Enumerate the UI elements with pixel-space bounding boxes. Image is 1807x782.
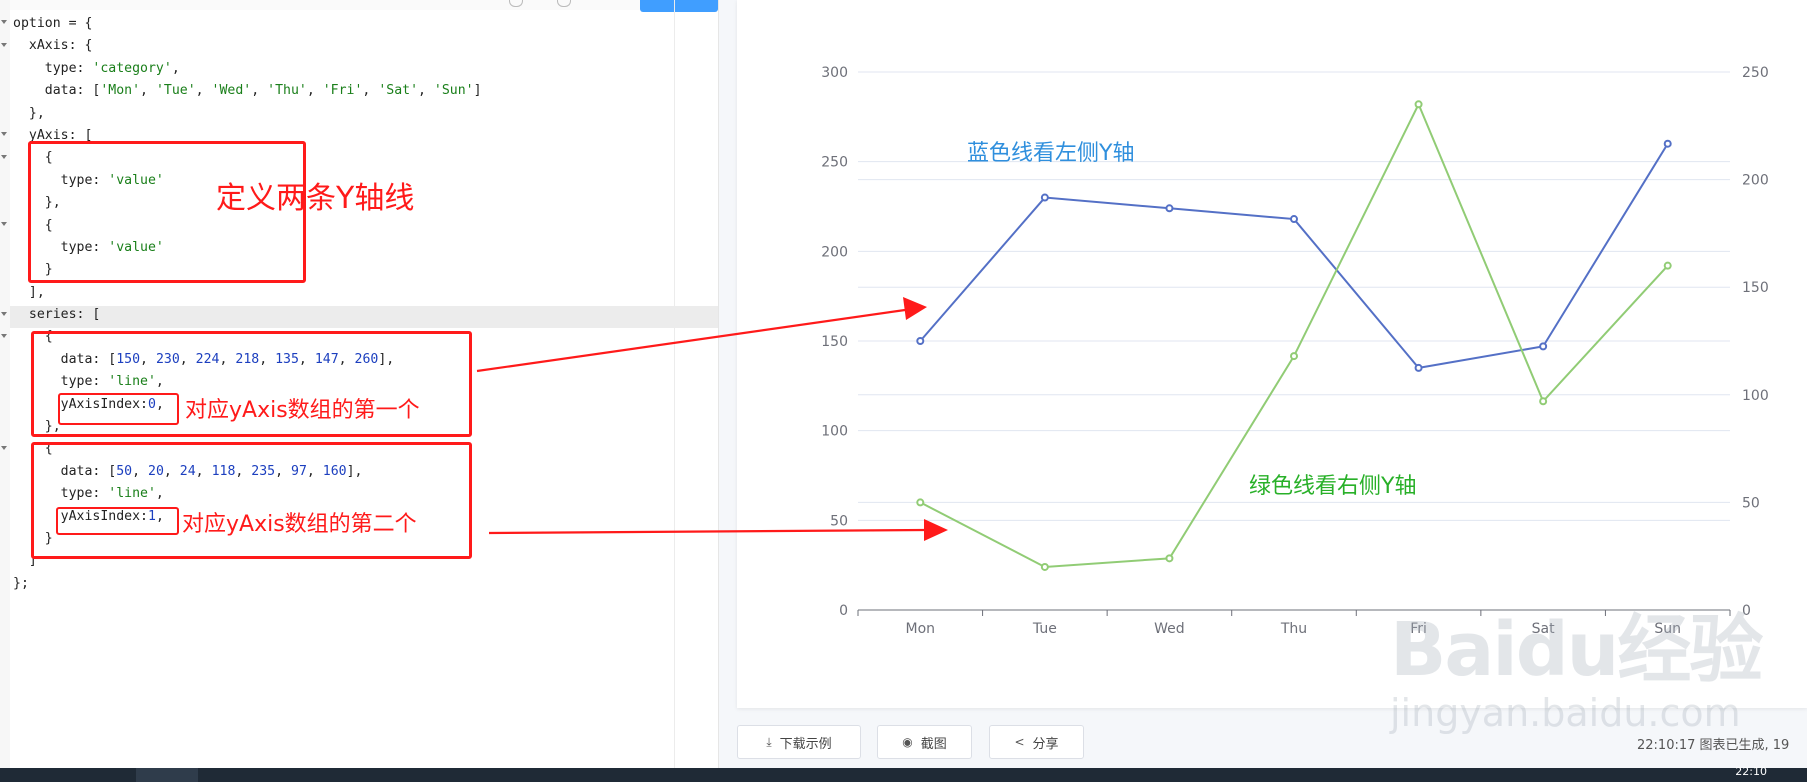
y-left-tick-label: 250 <box>821 155 848 171</box>
data-point <box>1414 100 1423 109</box>
data-point <box>1539 397 1548 406</box>
x-tick-label: Fri <box>1410 621 1427 637</box>
taskbar-clock: 22:10 <box>1735 765 1767 778</box>
y-left-tick-label: 150 <box>821 334 848 350</box>
x-tick-label: Sun <box>1654 621 1681 637</box>
line-chart: 0 50 100 150 200 250 300 0 50 100 150 200 250 Mon Tue W… <box>821 65 1769 637</box>
os-taskbar: 22:10 <box>0 765 1807 782</box>
data-point <box>1539 342 1548 351</box>
y-right-tick-label: 100 <box>1742 388 1769 404</box>
y-right-tick-label: 200 <box>1742 173 1769 189</box>
series-line-1 <box>919 143 1669 369</box>
data-point <box>1290 215 1298 224</box>
data-point <box>1040 562 1049 571</box>
x-tick-label: Sat <box>1532 621 1555 637</box>
data-point <box>916 337 925 345</box>
status-text: 22:10:17 图表已生成, 19 <box>1637 738 1790 753</box>
y-left-tick-label: 200 <box>821 244 848 260</box>
y-left-tick-label: 0 <box>839 603 848 619</box>
data-point <box>1290 352 1298 361</box>
y-right-tick-label: 150 <box>1742 280 1769 296</box>
y-left-tick-label: 300 <box>821 65 848 81</box>
x-tick-label: Tue <box>1032 621 1057 637</box>
data-point <box>1040 193 1049 202</box>
data-point <box>1165 554 1174 563</box>
share-icon: < <box>1014 735 1025 749</box>
share-button[interactable]: < 分享 <box>989 725 1084 759</box>
x-tick-label: Thu <box>1280 621 1307 637</box>
data-point <box>1165 204 1174 213</box>
y-left-tick-label: 100 <box>821 424 848 440</box>
download-example-button[interactable]: ⤓ 下载示例 <box>737 725 861 759</box>
screenshot-button[interactable]: ◉ 截图 <box>877 725 972 759</box>
x-tick-label: Mon <box>906 621 936 637</box>
y-right-tick-label: 50 <box>1742 495 1760 511</box>
data-point <box>1414 363 1423 372</box>
annotation-blue-line: 蓝色线看左侧Y轴 <box>967 141 1135 166</box>
data-point <box>916 498 925 507</box>
data-point <box>1663 261 1672 270</box>
x-tick-label: Wed <box>1154 621 1185 637</box>
y-left-tick-label: 50 <box>830 513 848 529</box>
y-right-tick-label: 0 <box>1742 603 1751 619</box>
camera-icon: ◉ <box>902 735 913 749</box>
data-point <box>1663 139 1672 148</box>
y-right-tick-label: 250 <box>1742 65 1769 81</box>
download-icon: ⤓ <box>766 734 772 749</box>
taskbar-active-app[interactable] <box>136 768 198 782</box>
annotation-green-line: 绿色线看右侧Y轴 <box>1249 474 1417 499</box>
